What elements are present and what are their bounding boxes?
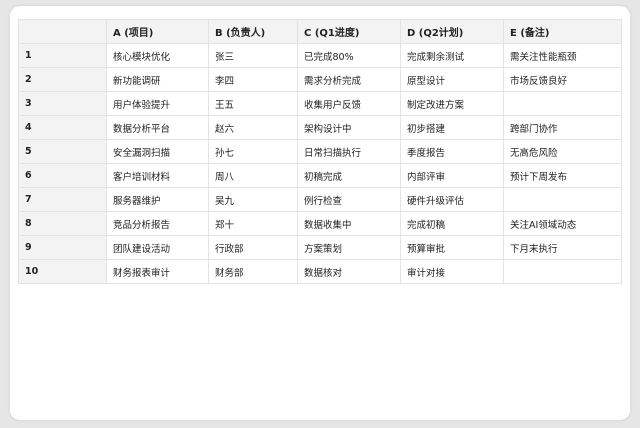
- table-row: 3 用户体验提升 王五 收集用户反馈 制定改进方案: [18, 91, 622, 116]
- corner-header-cell[interactable]: [18, 19, 107, 44]
- cell-c[interactable]: 数据收集中: [297, 211, 401, 236]
- row-header-cell[interactable]: 8: [18, 211, 107, 236]
- cell-e[interactable]: 关注AI领域动态: [503, 211, 622, 236]
- column-header-c[interactable]: C (Q1进度): [297, 19, 401, 44]
- row-header-cell[interactable]: 5: [18, 139, 107, 164]
- table-row: 1 核心模块优化 张三 已完成80% 完成剩余测试 需关注性能瓶颈: [18, 43, 622, 68]
- column-header-b[interactable]: B (负责人): [208, 19, 298, 44]
- cell-d[interactable]: 制定改进方案: [400, 91, 504, 116]
- cell-d[interactable]: 审计对接: [400, 259, 504, 284]
- table-row: 7 服务器维护 吴九 例行检查 硬件升级评估: [18, 187, 622, 212]
- cell-e[interactable]: 需关注性能瓶颈: [503, 43, 622, 68]
- table-row: 5 安全漏洞扫描 孙七 日常扫描执行 季度报告 无高危风险: [18, 139, 622, 164]
- cell-a[interactable]: 客户培训材料: [106, 163, 209, 188]
- cell-b[interactable]: 孙七: [208, 139, 298, 164]
- cell-e[interactable]: 无高危风险: [503, 139, 622, 164]
- cell-e[interactable]: [503, 91, 622, 116]
- row-header-cell[interactable]: 3: [18, 91, 107, 116]
- cell-c[interactable]: 需求分析完成: [297, 67, 401, 92]
- cell-d[interactable]: 内部评审: [400, 163, 504, 188]
- cell-d[interactable]: 完成剩余测试: [400, 43, 504, 68]
- row-header-cell[interactable]: 1: [18, 43, 107, 68]
- row-header-cell[interactable]: 7: [18, 187, 107, 212]
- row-header-cell[interactable]: 10: [18, 259, 107, 284]
- cell-c[interactable]: 初稿完成: [297, 163, 401, 188]
- cell-d[interactable]: 初步搭建: [400, 115, 504, 140]
- cell-d[interactable]: 原型设计: [400, 67, 504, 92]
- cell-a[interactable]: 用户体验提升: [106, 91, 209, 116]
- cell-b[interactable]: 王五: [208, 91, 298, 116]
- cell-b[interactable]: 张三: [208, 43, 298, 68]
- cell-c[interactable]: 日常扫描执行: [297, 139, 401, 164]
- cell-a[interactable]: 团队建设活动: [106, 235, 209, 260]
- cell-a[interactable]: 财务报表审计: [106, 259, 209, 284]
- cell-c[interactable]: 例行检查: [297, 187, 401, 212]
- cell-c[interactable]: 收集用户反馈: [297, 91, 401, 116]
- cell-e[interactable]: [503, 187, 622, 212]
- column-header-a[interactable]: A (项目): [106, 19, 209, 44]
- table-row: 6 客户培训材料 周八 初稿完成 内部评审 预计下周发布: [18, 163, 622, 188]
- table-body: 1 核心模块优化 张三 已完成80% 完成剩余测试 需关注性能瓶颈 2 新功能调研 李四 需求分析…: [18, 43, 622, 284]
- cell-e[interactable]: 下月末执行: [503, 235, 622, 260]
- cell-e[interactable]: [503, 259, 622, 284]
- cell-d[interactable]: 硬件升级评估: [400, 187, 504, 212]
- cell-a[interactable]: 新功能调研: [106, 67, 209, 92]
- cell-a[interactable]: 核心模块优化: [106, 43, 209, 68]
- row-header-cell[interactable]: 2: [18, 67, 107, 92]
- cell-d[interactable]: 完成初稿: [400, 211, 504, 236]
- cell-b[interactable]: 吴九: [208, 187, 298, 212]
- row-header-cell[interactable]: 9: [18, 235, 107, 260]
- cell-b[interactable]: 财务部: [208, 259, 298, 284]
- cell-e[interactable]: 市场反馈良好: [503, 67, 622, 92]
- cell-b[interactable]: 周八: [208, 163, 298, 188]
- column-header-e[interactable]: E (备注): [503, 19, 622, 44]
- cell-c[interactable]: 已完成80%: [297, 43, 401, 68]
- cell-c[interactable]: 架构设计中: [297, 115, 401, 140]
- cell-b[interactable]: 赵六: [208, 115, 298, 140]
- cell-d[interactable]: 季度报告: [400, 139, 504, 164]
- cell-d[interactable]: 预算审批: [400, 235, 504, 260]
- table-row: 9 团队建设活动 行政部 方案策划 预算审批 下月末执行: [18, 235, 622, 260]
- table-row: 2 新功能调研 李四 需求分析完成 原型设计 市场反馈良好: [18, 67, 622, 92]
- table-row: 10 财务报表审计 财务部 数据核对 审计对接: [18, 259, 622, 284]
- cell-a[interactable]: 服务器维护: [106, 187, 209, 212]
- header-row: A (项目) B (负责人) C (Q1进度) D (Q2计划) E (备注): [18, 19, 622, 44]
- table-row: 8 竞品分析报告 郑十 数据收集中 完成初稿 关注AI领域动态: [18, 211, 622, 236]
- cell-a[interactable]: 安全漏洞扫描: [106, 139, 209, 164]
- spreadsheet-table: A (项目) B (负责人) C (Q1进度) D (Q2计划) E (备注) …: [18, 19, 622, 284]
- cell-e[interactable]: 跨部门协作: [503, 115, 622, 140]
- spreadsheet-panel: A (项目) B (负责人) C (Q1进度) D (Q2计划) E (备注) …: [10, 6, 630, 420]
- table-row: 4 数据分析平台 赵六 架构设计中 初步搭建 跨部门协作: [18, 115, 622, 140]
- cell-a[interactable]: 数据分析平台: [106, 115, 209, 140]
- cell-b[interactable]: 李四: [208, 67, 298, 92]
- row-header-cell[interactable]: 6: [18, 163, 107, 188]
- cell-a[interactable]: 竞品分析报告: [106, 211, 209, 236]
- row-header-cell[interactable]: 4: [18, 115, 107, 140]
- cell-b[interactable]: 行政部: [208, 235, 298, 260]
- cell-e[interactable]: 预计下周发布: [503, 163, 622, 188]
- cell-c[interactable]: 数据核对: [297, 259, 401, 284]
- cell-c[interactable]: 方案策划: [297, 235, 401, 260]
- column-header-d[interactable]: D (Q2计划): [400, 19, 504, 44]
- cell-b[interactable]: 郑十: [208, 211, 298, 236]
